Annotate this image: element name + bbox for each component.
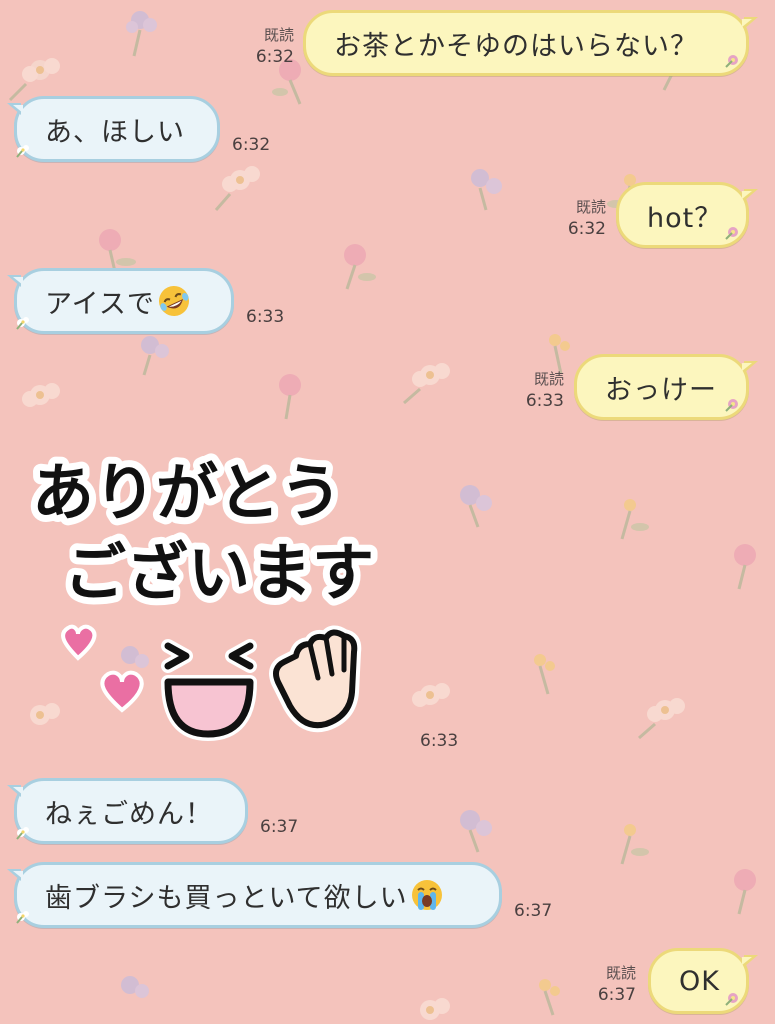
waving-hand-icon	[269, 625, 362, 733]
message-text: アイスで	[45, 288, 155, 320]
read-receipt: 既読	[263, 26, 294, 44]
read-receipt: 既読	[533, 370, 564, 388]
flower-decoration-icon	[725, 993, 738, 1006]
flower-decoration-icon	[725, 399, 738, 412]
message-meta: 既読 6:37	[578, 962, 636, 1006]
rolling-on-floor-laughing-emoji-icon	[158, 286, 189, 316]
loudly-crying-face-emoji-icon	[411, 880, 442, 910]
message-text: OK	[679, 965, 720, 997]
message-time: 6:32	[255, 47, 294, 67]
message-meta: 既読 6:32	[236, 24, 294, 68]
flower-decoration-icon	[725, 227, 738, 240]
bubble-tail	[7, 785, 23, 797]
heart-icon	[61, 624, 97, 661]
sent-message-bubble[interactable]: おっけー	[574, 354, 758, 420]
bubble-tail	[7, 275, 23, 287]
message-time: 6:32	[232, 135, 271, 155]
flower-decoration-icon	[16, 827, 29, 840]
message-time: 6:37	[597, 985, 636, 1005]
message-meta: 既読 6:33	[506, 368, 564, 412]
thank-you-sticker[interactable]: ありがとう ありがとう ございます ございます	[28, 448, 388, 748]
smiling-face-icon	[161, 639, 257, 741]
flower-decoration-icon	[725, 55, 738, 68]
bubble-tail	[742, 361, 758, 373]
flower-decoration-icon	[16, 911, 29, 924]
heart-icon	[100, 670, 144, 713]
bubble-tail	[7, 103, 23, 115]
message-text: hot？	[647, 202, 723, 234]
message-time: 6:37	[260, 817, 299, 837]
message-text: ねぇごめん！	[45, 798, 213, 830]
chat-thread[interactable]: 既読 6:32 お茶とかそゆのはいらない？ あ、ほしい 6:32 既読 6:32…	[0, 0, 775, 1024]
flower-decoration-icon	[16, 145, 29, 158]
message-meta: 既読 6:32	[548, 196, 606, 240]
received-message-bubble[interactable]: あ、ほしい	[7, 96, 220, 162]
read-receipt: 既読	[575, 198, 606, 216]
sticker-text-line2: ございます	[64, 536, 374, 609]
message-text: お茶とかそゆのはいらない？	[334, 30, 698, 62]
flower-decoration-icon	[16, 317, 29, 330]
read-receipt: 既読	[605, 964, 636, 982]
received-message-bubble[interactable]: ねぇごめん！	[7, 778, 248, 844]
message-text: おっけー	[605, 374, 717, 406]
sent-message-bubble[interactable]: お茶とかそゆのはいらない？	[303, 10, 758, 76]
message-text: あ、ほしい	[45, 116, 185, 148]
sent-message-bubble[interactable]: OK	[648, 948, 758, 1014]
bubble-tail	[742, 17, 758, 29]
received-message-bubble[interactable]: アイスで	[7, 268, 234, 334]
bubble-tail	[742, 189, 758, 201]
message-time: 6:33	[420, 731, 459, 751]
message-time: 6:37	[514, 901, 553, 921]
bubble-tail	[742, 955, 758, 967]
sent-message-bubble[interactable]: hot？	[616, 182, 758, 248]
message-time: 6:32	[567, 219, 606, 239]
message-time: 6:33	[246, 307, 285, 327]
sticker-text-line1: ありがとう	[32, 456, 342, 529]
message-time: 6:33	[525, 391, 564, 411]
bubble-tail	[7, 869, 23, 881]
message-text: 歯ブラシも買っといて欲しい	[45, 882, 408, 914]
received-message-bubble[interactable]: 歯ブラシも買っといて欲しい	[7, 862, 502, 928]
